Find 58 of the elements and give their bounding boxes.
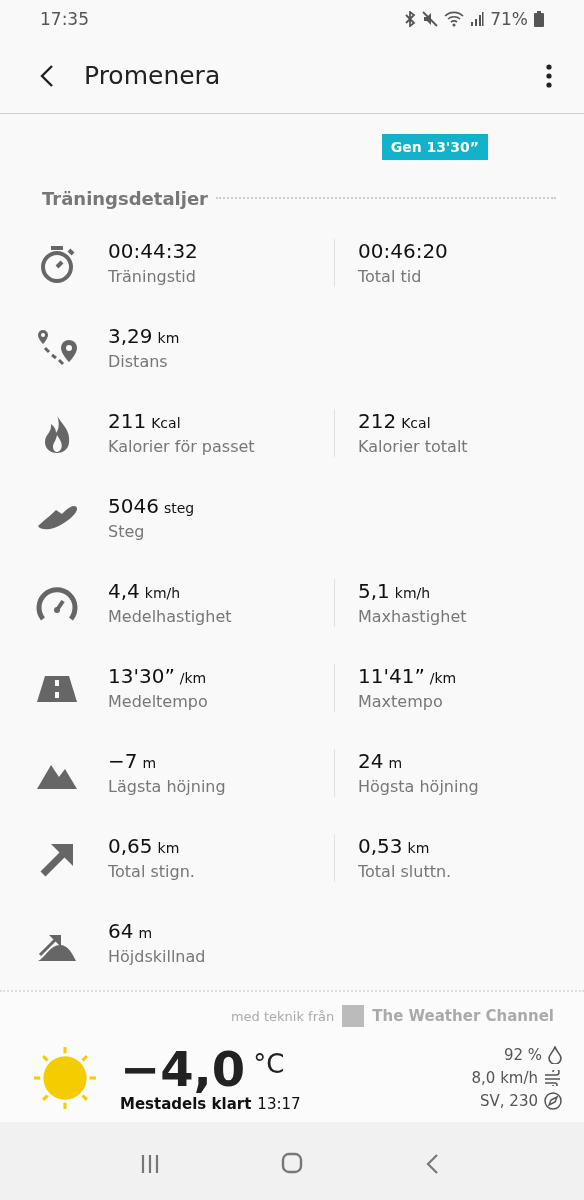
stat-value: 64 m <box>108 919 154 943</box>
attribution-text: med teknik från <box>230 1008 335 1024</box>
stat-label: Distans <box>108 352 169 371</box>
stat-value: 00:44:32 <box>108 239 199 263</box>
wind-icon <box>544 1070 562 1086</box>
stat-value: −7 m <box>108 749 158 773</box>
stat-value: 00:46:20 <box>358 239 449 263</box>
temperature: −4,0 <box>120 1043 246 1095</box>
provider-logo-icon <box>342 1005 365 1027</box>
humidity: 92 % <box>503 1046 542 1064</box>
provider-name: The Weather Channel <box>372 1007 554 1025</box>
stat-value: 13'30” /km <box>108 664 208 688</box>
drop-icon <box>548 1046 562 1064</box>
more-icon <box>546 63 552 88</box>
pace-marker: Gen 13'30” <box>381 134 488 160</box>
shoe-icon <box>36 503 78 532</box>
stat-label: Steg <box>108 522 146 541</box>
battery-icon <box>534 11 544 27</box>
wind-speed: 8,0 km/h <box>471 1069 538 1087</box>
temperature-unit: °C <box>253 1049 285 1079</box>
weather-time: 13:17 <box>257 1095 301 1113</box>
home-icon <box>281 1152 303 1176</box>
stat-label: Total sluttn. <box>358 862 453 881</box>
stat-value: 4,4 km/h <box>108 579 182 603</box>
stat-value: 24 m <box>358 749 404 773</box>
stat-value: 0,65 km <box>108 834 181 858</box>
compass-icon <box>544 1092 562 1110</box>
stat-value: 212 Kcal <box>358 409 432 433</box>
stat-label: Medeltempo <box>108 692 209 711</box>
section-title: Träningsdetaljer <box>42 187 208 209</box>
weather-condition: Mestadels klart <box>120 1095 252 1113</box>
signal-icon <box>470 11 485 27</box>
stat-value: 0,53 km <box>358 834 431 858</box>
wind-direction: SV, 230 <box>480 1092 538 1110</box>
clock: 17:35 <box>40 9 89 29</box>
wifi-icon <box>444 11 465 27</box>
stat-value: 3,29 km <box>108 324 181 348</box>
stat-label: Medelhastighet <box>108 607 233 626</box>
stat-label: Högsta höjning <box>358 777 480 796</box>
back-icon <box>40 63 54 88</box>
bluetooth-icon <box>404 11 417 27</box>
stat-value: 5046 steg <box>108 494 196 518</box>
stat-value: 211 Kcal <box>108 409 182 433</box>
screen-title: Promenera <box>84 61 222 90</box>
stat-value: 5,1 km/h <box>358 579 432 603</box>
stat-label: Lägsta höjning <box>108 777 227 796</box>
stat-label: Kalorier för passet <box>108 437 256 456</box>
stat-label: Träningstid <box>108 267 197 286</box>
stat-value: 11'41” /km <box>358 664 458 688</box>
battery-percent: 71% <box>490 9 528 29</box>
mute-icon <box>422 11 439 27</box>
stat-label: Total tid <box>358 267 423 286</box>
stat-label: Maxtempo <box>358 692 444 711</box>
stat-label: Total stign. <box>108 862 196 881</box>
stat-label: Kalorier totalt <box>358 437 469 456</box>
stat-label: Maxhastighet <box>358 607 468 626</box>
sun-icon <box>32 1045 98 1111</box>
stat-label: Höjdskillnad <box>108 947 207 966</box>
